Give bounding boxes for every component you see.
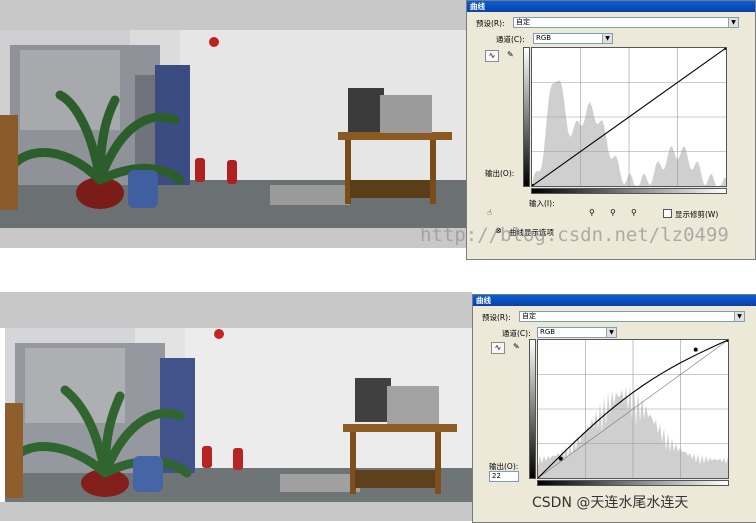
input-label: 输入(I): <box>529 199 555 208</box>
preset-dropdown[interactable]: 自定 ▼ <box>513 17 739 28</box>
show-clipping-checkbox[interactable] <box>663 209 672 218</box>
input-gradient <box>531 188 727 194</box>
channel-dropdown[interactable]: RGB ▼ <box>537 327 617 338</box>
input-gradient <box>537 480 729 486</box>
curves-graph[interactable] <box>531 47 727 187</box>
bottom-panel: 曲线 预设(R): 自定 ▼ 通道(C): RGB ▼ ∿ ✎ 输出(O): 2… <box>0 292 756 523</box>
output-gradient <box>529 339 536 479</box>
chevron-down-icon: ▼ <box>606 328 616 337</box>
preset-label: 预设(R): <box>482 313 511 322</box>
hand-adjust-icon[interactable]: ☝ <box>487 208 492 218</box>
curve-control-point <box>558 456 563 461</box>
show-clipping-label: 显示修剪(W) <box>675 210 719 219</box>
pencil-icon[interactable]: ✎ <box>507 50 514 60</box>
photo-original <box>0 30 466 228</box>
curve-point-tool[interactable]: ∿ <box>491 342 505 354</box>
background-bottom <box>0 228 466 248</box>
curves-graph-svg <box>532 48 726 186</box>
watermark-csdn: CSDN @天连水尾水连天 <box>532 495 689 511</box>
curves-dialog: 曲线 预设(R): 自定 ▼ 通道(C): RGB ▼ ∿ ✎ 输出(O): 2… <box>472 294 756 523</box>
channel-label: 通道(C): <box>502 329 531 338</box>
white-eyedropper-icon[interactable]: ⚲ <box>631 208 637 218</box>
preset-value: 自定 <box>522 312 536 320</box>
photo-scene <box>0 30 466 228</box>
preset-value: 自定 <box>516 18 530 26</box>
preset-dropdown[interactable]: 自定 ▼ <box>519 311 745 322</box>
pencil-icon[interactable]: ✎ <box>513 342 520 352</box>
curves-graph[interactable] <box>537 339 729 479</box>
dialog-title: 曲线 <box>473 295 756 306</box>
watermark-url: http://blog.csdn.net/lz0499 <box>420 224 729 246</box>
output-label: 输出(O): <box>485 169 515 178</box>
output-gradient <box>523 47 530 187</box>
top-panel: 曲线 预设(R): 自定 ▼ 通道(C): RGB ▼ ∿ ✎ 输出(O): 输… <box>0 0 756 260</box>
chevron-down-icon: ▼ <box>728 18 738 27</box>
channel-value: RGB <box>536 34 552 42</box>
gray-eyedropper-icon[interactable]: ⚲ <box>610 208 616 218</box>
chevron-down-icon: ▼ <box>602 34 612 43</box>
photo-adjusted <box>5 328 472 502</box>
background-bottom <box>0 502 472 521</box>
channel-value: RGB <box>540 328 556 336</box>
output-value-field[interactable]: 22 <box>489 471 519 482</box>
curves-graph-svg <box>538 340 728 478</box>
channel-dropdown[interactable]: RGB ▼ <box>533 33 613 44</box>
channel-label: 通道(C): <box>496 35 525 44</box>
curve-point-tool[interactable]: ∿ <box>485 50 499 62</box>
background-top <box>0 0 466 30</box>
chevron-down-icon: ▼ <box>734 312 744 321</box>
background-top <box>0 292 472 328</box>
dialog-title: 曲线 <box>467 1 755 12</box>
preset-label: 预设(R): <box>476 19 505 28</box>
curve-control-point <box>693 347 698 352</box>
black-eyedropper-icon[interactable]: ⚲ <box>589 208 595 218</box>
curve-control-point <box>726 340 728 342</box>
photo-scene <box>5 328 472 502</box>
curves-dialog: 曲线 预设(R): 自定 ▼ 通道(C): RGB ▼ ∿ ✎ 输出(O): 输… <box>466 0 756 260</box>
